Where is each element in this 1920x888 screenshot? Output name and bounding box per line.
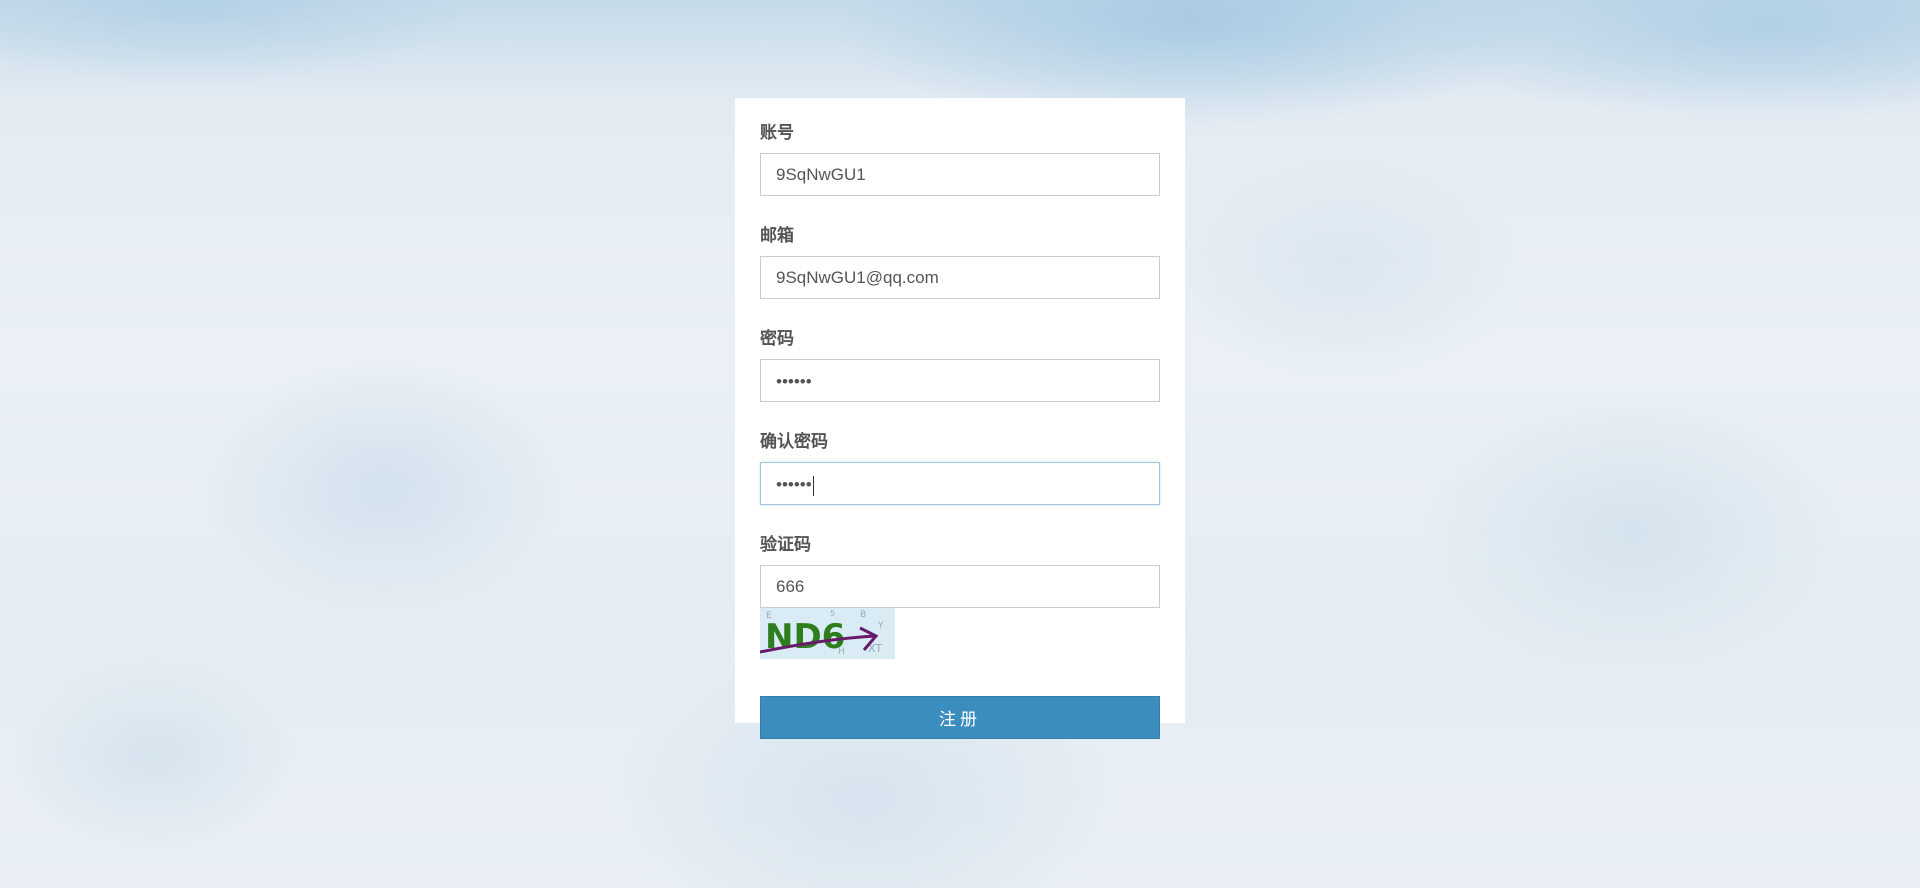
captcha-image[interactable]: E 5 B Y H XT ND6 <box>760 608 895 659</box>
email-label: 邮箱 <box>760 226 794 246</box>
captcha-input[interactable] <box>760 565 1160 608</box>
email-input[interactable] <box>760 256 1160 299</box>
register-form: 账号 邮箱 密码 •••••• 确认密码 •••••• 验证码 E 5 B Y … <box>735 98 1185 739</box>
confirm-password-label: 确认密码 <box>760 432 828 452</box>
confirm-password-mask: •••••• <box>776 475 812 494</box>
password-label: 密码 <box>760 329 794 349</box>
confirm-password-input[interactable]: •••••• <box>760 462 1160 505</box>
text-caret <box>812 475 814 496</box>
svg-text:B: B <box>860 610 866 620</box>
svg-text:Y: Y <box>877 621 884 631</box>
password-mask: •••••• <box>776 372 812 391</box>
password-input[interactable]: •••••• <box>760 359 1160 402</box>
account-input[interactable] <box>760 153 1160 196</box>
account-label: 账号 <box>760 123 794 143</box>
captcha-text: ND6 <box>765 617 845 657</box>
register-button[interactable]: 注册 <box>760 696 1160 739</box>
captcha-label: 验证码 <box>760 535 811 555</box>
